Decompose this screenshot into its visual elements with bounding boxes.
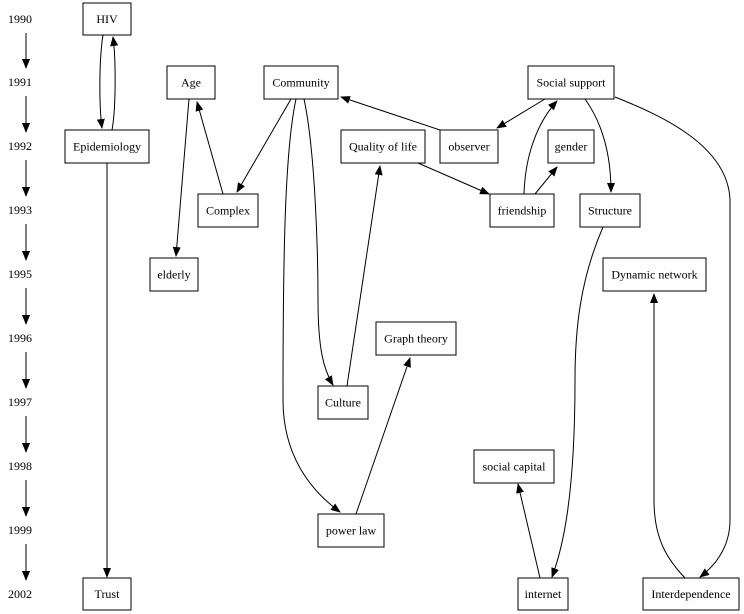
edge-quality-of-life-to-friendship xyxy=(417,162,490,195)
node-observer[interactable]: observer xyxy=(439,129,499,164)
node-graph-theory[interactable]: Graph theory xyxy=(375,321,457,356)
year-label: 1993 xyxy=(8,203,32,217)
edge-epidemiology-to-hiv xyxy=(110,36,119,131)
edges xyxy=(96,34,731,579)
node-label: observer xyxy=(448,140,489,154)
node-hiv[interactable]: HIV xyxy=(82,2,132,36)
node-label: Quality of life xyxy=(349,140,417,154)
node-culture[interactable]: Culture xyxy=(317,385,369,420)
node-label: Dynamic network xyxy=(611,268,697,282)
year-timeline: 1990 1991 1992 1993 1995 1996 1997 1998 1999 2002 xyxy=(8,12,32,601)
edge-community-to-culture xyxy=(303,98,334,386)
node-label: Complex xyxy=(206,204,250,218)
node-label: friendship xyxy=(498,204,547,218)
year-label: 1999 xyxy=(8,523,32,537)
node-community[interactable]: Community xyxy=(263,65,339,100)
node-quality-of-life[interactable]: Quality of life xyxy=(340,129,426,164)
node-interdependence[interactable]: Interdependence xyxy=(642,577,740,611)
node-label: Trust xyxy=(95,587,121,601)
node-elderly[interactable]: elderly xyxy=(149,257,199,292)
node-label: internet xyxy=(525,587,562,601)
node-label: HIV xyxy=(96,12,118,26)
edge-social-support-to-observer xyxy=(496,98,546,129)
node-trust[interactable]: Trust xyxy=(82,577,132,611)
edge-age-to-elderly xyxy=(172,98,190,257)
node-internet[interactable]: internet xyxy=(517,577,569,611)
node-label: Structure xyxy=(588,204,632,218)
edge-observer-to-community xyxy=(340,96,441,131)
node-label: Social support xyxy=(537,76,607,90)
node-label: gender xyxy=(555,140,588,154)
nodes: HIV Age Community Social support Epidemiolog… xyxy=(64,2,740,611)
edge-friendship-to-gender xyxy=(534,166,558,195)
edge-community-to-power-law xyxy=(282,98,341,513)
edge-structure-to-internet xyxy=(551,226,604,578)
year-label: 1997 xyxy=(8,395,32,409)
year-label: 1996 xyxy=(8,331,32,345)
edge-interdependence-to-dynamic-network xyxy=(650,293,686,579)
edge-community-to-complex xyxy=(236,98,292,193)
node-label: Graph theory xyxy=(384,332,448,346)
year-label: 2002 xyxy=(8,587,32,601)
year-label: 1991 xyxy=(8,75,32,89)
year-label: 1998 xyxy=(8,459,32,473)
edge-complex-to-age xyxy=(195,101,224,195)
node-social-capital[interactable]: social capital xyxy=(473,449,555,484)
node-complex[interactable]: Complex xyxy=(197,193,259,228)
year-label: 1990 xyxy=(8,12,32,26)
node-gender[interactable]: gender xyxy=(547,129,595,164)
node-label: elderly xyxy=(157,268,190,282)
edge-culture-to-quality-of-life xyxy=(346,165,383,387)
node-age[interactable]: Age xyxy=(166,65,216,100)
node-label: Age xyxy=(181,76,201,90)
node-dynamic-network[interactable]: Dynamic network xyxy=(602,257,707,292)
node-label: Interdependence xyxy=(651,587,730,601)
node-label: social capital xyxy=(483,460,547,474)
node-structure[interactable]: Structure xyxy=(579,193,641,228)
node-label: power law xyxy=(326,524,377,538)
edge-internet-to-social-capital xyxy=(516,483,541,579)
node-epidemiology[interactable]: Epidemiology xyxy=(64,129,150,164)
topic-evolution-diagram: 1990 1991 1992 1993 1995 1996 1997 1998 1999 2002… xyxy=(8,2,740,611)
edge-social-support-to-interdependence xyxy=(614,96,731,578)
node-label: Epidemiology xyxy=(73,140,141,154)
node-friendship[interactable]: friendship xyxy=(489,193,555,228)
edge-hiv-to-epidemiology xyxy=(96,34,105,129)
year-label: 1992 xyxy=(8,139,32,153)
node-label: Community xyxy=(272,76,329,90)
year-label: 1995 xyxy=(8,267,32,281)
node-social-support[interactable]: Social support xyxy=(527,65,615,100)
edge-power-law-to-graph-theory xyxy=(355,357,411,515)
node-power-law[interactable]: power law xyxy=(317,513,385,548)
node-label: Culture xyxy=(325,396,361,410)
